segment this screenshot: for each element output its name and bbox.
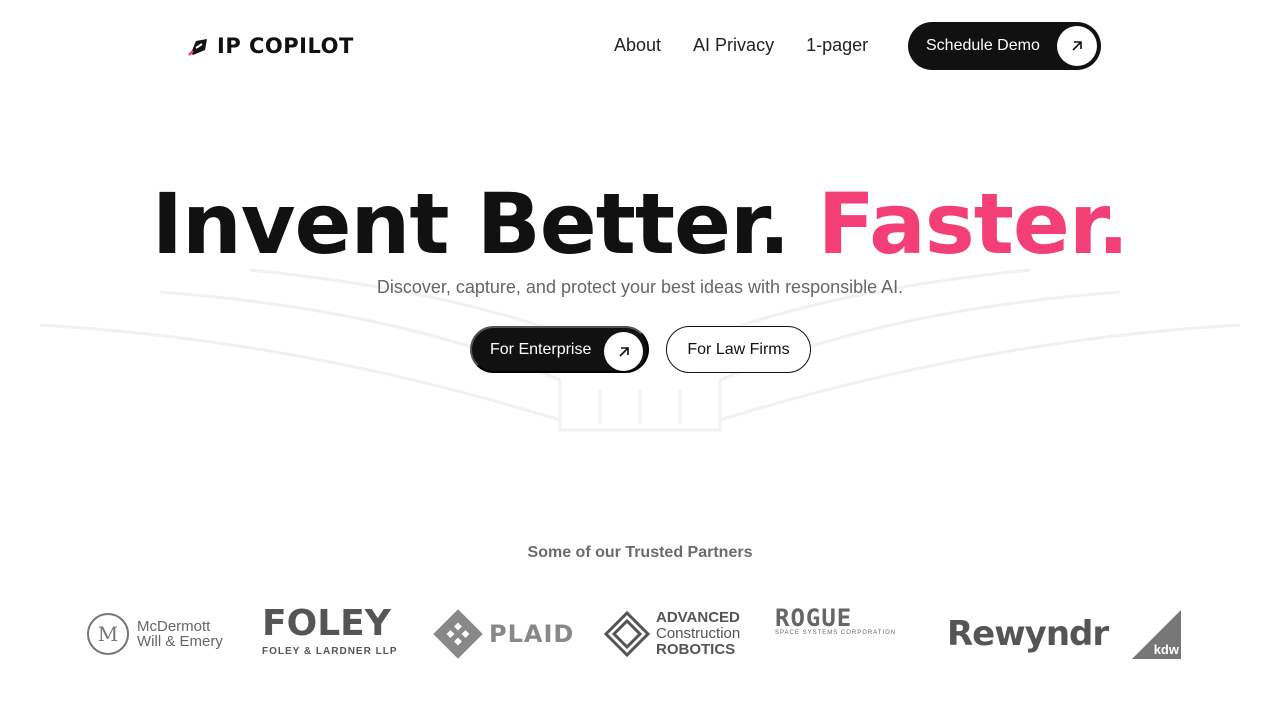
partners-heading: Some of our Trusted Partners [527, 544, 753, 561]
partner-logo-kdw: kdw [1132, 606, 1181, 662]
for-enterprise-button[interactable]: For Enterprise [470, 326, 649, 373]
logo-text: IP COPILOT [217, 34, 354, 58]
cta-row: For Enterprise For Law Firms [470, 326, 811, 373]
nav-link-ai-privacy[interactable]: AI Privacy [693, 35, 774, 56]
acr-mark-icon [604, 611, 650, 657]
acr-text: ADVANCED Construction ROBOTICS [656, 610, 740, 658]
hero-title-accent: Faster. [817, 175, 1130, 273]
partner-logo-rewyndr: Rewyndr [947, 614, 1109, 654]
kdw-text: kdw [1153, 641, 1179, 657]
partner-logo-plaid: PLAID [433, 606, 574, 662]
mcdermott-mark: M [87, 613, 129, 655]
hero-title: Invent Better. Faster. [0, 176, 1280, 272]
top-nav: IP COPILOT About AI Privacy 1-pager Sche… [0, 22, 1280, 70]
foley-subtext: FOLEY & LARDNER LLP [262, 646, 398, 657]
plaid-mark-icon [433, 609, 483, 659]
kdw-mark: kdw [1132, 609, 1181, 659]
mcdermott-text: McDermott Will & Emery [137, 619, 223, 649]
plaid-wordmark: PLAID [489, 620, 575, 648]
acr-line1: ADVANCED [656, 609, 740, 626]
logo[interactable]: IP COPILOT [187, 34, 354, 58]
nav-links: About AI Privacy 1-pager [614, 35, 868, 56]
partner-logo-rogue: ROGUE SPACE SYSTEMS CORPORATION [775, 606, 896, 662]
rogue-subtext: SPACE SYSTEMS CORPORATION [775, 630, 897, 636]
partner-logo-mcdermott: M McDermott Will & Emery [87, 606, 223, 662]
rogue-wordmark: ROGUE [775, 604, 853, 632]
partner-logo-foley: FOLEY FOLEY & LARDNER LLP [262, 606, 397, 662]
partner-logo-advanced-construction-robotics: ADVANCED Construction ROBOTICS [604, 606, 740, 662]
acr-line2: Construction [656, 625, 741, 642]
logo-mark-icon [188, 39, 207, 56]
arrow-up-right-icon [1057, 26, 1097, 66]
nav-link-one-pager[interactable]: 1-pager [806, 35, 868, 56]
hero-subtitle: Discover, capture, and protect your best… [376, 277, 904, 297]
hero-title-main: Invent Better. [151, 175, 791, 273]
acr-line3: ROBOTICS [656, 641, 736, 658]
schedule-demo-button[interactable]: Schedule Demo [908, 22, 1101, 70]
for-enterprise-label: For Enterprise [490, 340, 592, 358]
schedule-demo-label: Schedule Demo [926, 37, 1040, 54]
for-law-firms-button[interactable]: For Law Firms [666, 326, 811, 373]
nav-link-about[interactable]: About [614, 35, 661, 56]
foley-wordmark: FOLEY [262, 603, 391, 644]
arrow-up-right-icon [604, 332, 643, 371]
mcdermott-line1: McDermott [137, 618, 211, 635]
mcdermott-line2: Will & Emery [137, 633, 223, 650]
